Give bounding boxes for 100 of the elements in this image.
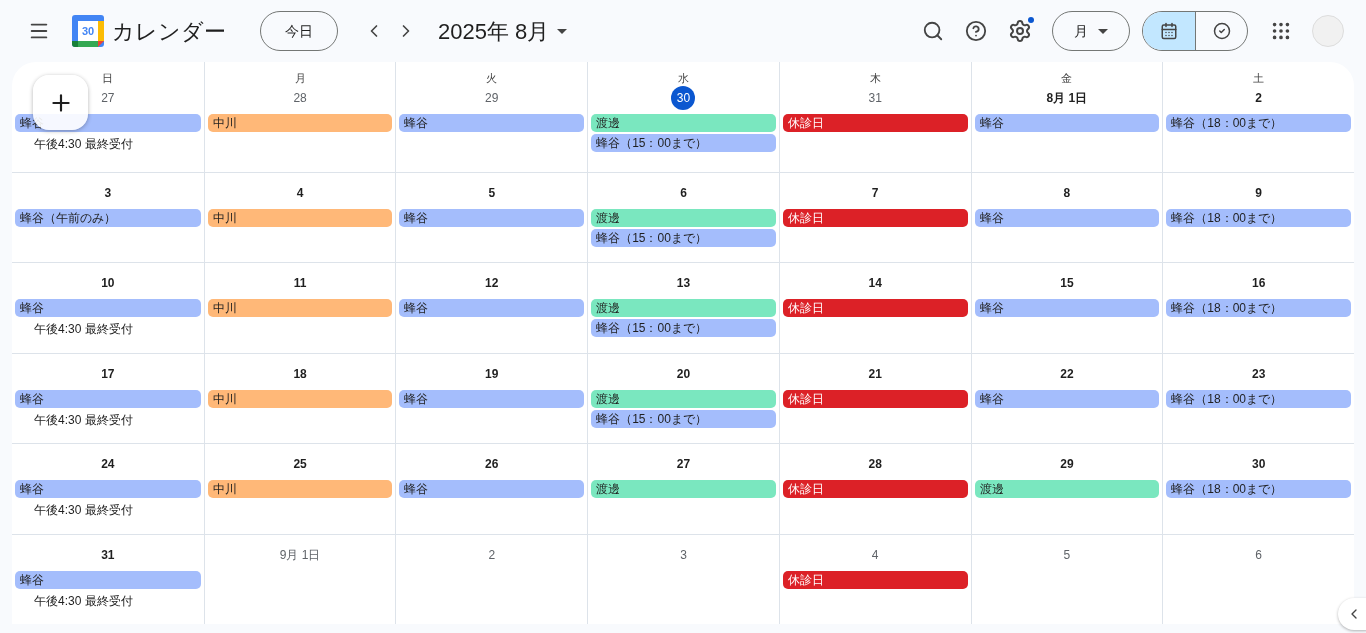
date-number[interactable]: 30 (1251, 452, 1266, 477)
event-chip[interactable]: 渡邊 (591, 299, 776, 318)
event-chip[interactable]: 蜂谷（18：00まで） (1166, 299, 1351, 318)
event-chip[interactable]: 蜂谷 (399, 299, 585, 318)
event-chip[interactable]: 蜂谷 (15, 299, 201, 318)
event-text[interactable]: 午後4:30 最終受付 (34, 500, 204, 521)
date-number[interactable]: 28 (868, 452, 882, 477)
event-chip[interactable]: 蜂谷 (399, 389, 585, 408)
date-number[interactable]: 16 (1251, 271, 1266, 296)
date-number[interactable]: 18 (293, 361, 307, 386)
caret-icon (557, 28, 568, 34)
date-number[interactable]: 31 (101, 542, 115, 567)
event-text[interactable]: 午後4:30 最終受付 (34, 590, 204, 611)
date-number[interactable]: 8 (1063, 181, 1071, 205)
event-chip[interactable]: 休診日 (782, 299, 968, 318)
event-chip[interactable]: 中川 (207, 389, 393, 408)
event-chip[interactable]: 中川 (207, 299, 393, 318)
date-number[interactable]: 28 (293, 86, 307, 110)
event-chip[interactable]: 蜂谷（15：00まで） (591, 229, 776, 247)
date-number[interactable]: 22 (1060, 361, 1074, 386)
date-number[interactable]: 15 (1060, 271, 1074, 296)
weekday-label: 日 (102, 71, 114, 86)
date-number[interactable]: 27 (676, 452, 691, 477)
logo-day-number: 30 (80, 23, 96, 39)
date-number[interactable]: 24 (101, 452, 115, 477)
date-number[interactable]: 3 (104, 181, 112, 205)
date-number[interactable]: 19 (485, 361, 499, 386)
event-chip[interactable]: 渡邊 (591, 480, 776, 499)
event-chip[interactable]: 蜂谷（15：00まで） (591, 319, 776, 338)
event-text[interactable]: 午後4:30 最終受付 (34, 319, 204, 340)
date-number[interactable]: 23 (1251, 361, 1266, 386)
event-chip[interactable]: 中川 (207, 209, 393, 227)
date-number[interactable]: 29 (1060, 452, 1074, 477)
event-chip[interactable]: 蜂谷 (15, 570, 201, 589)
event-text[interactable]: 午後4:30 最終受付 (34, 134, 204, 154)
date-number[interactable]: 29 (485, 86, 499, 110)
calendar-logo-icon (72, 15, 104, 47)
date-number[interactable]: 17 (101, 361, 115, 386)
event-chip[interactable]: 蜂谷（18：00まで） (1166, 480, 1351, 499)
date-number[interactable]: 2 (488, 542, 496, 567)
event-chip[interactable]: 蜂谷（18：00まで） (1166, 209, 1351, 227)
event-chip[interactable]: 蜂谷（18：00まで） (1166, 114, 1351, 132)
event-chip[interactable]: 休診日 (782, 389, 968, 408)
event-chip[interactable]: 休診日 (782, 570, 968, 589)
date-number[interactable]: 25 (293, 452, 307, 477)
date-number[interactable]: 21 (868, 361, 882, 386)
event-chip[interactable]: 渡邊 (974, 480, 1160, 499)
app-title: カレンダー (112, 17, 226, 46)
event-chip[interactable]: 蜂谷 (399, 114, 585, 132)
search-icon[interactable] (922, 20, 944, 42)
date-number[interactable]: 14 (868, 271, 882, 296)
event-chip[interactable]: 休診日 (782, 209, 968, 227)
date-number[interactable]: 9 (1255, 181, 1262, 205)
event-chip[interactable]: 蜂谷（18：00まで） (1166, 389, 1351, 408)
date-number[interactable]: 4 (871, 542, 879, 567)
event-chip[interactable]: 蜂谷 (15, 480, 201, 499)
apps-grid-icon[interactable] (1270, 20, 1292, 42)
date-number[interactable]: 20 (676, 361, 691, 386)
date-number[interactable]: 9月 1日 (279, 542, 321, 567)
settings-icon[interactable] (1008, 19, 1032, 43)
event-chip[interactable]: 蜂谷（午前のみ） (15, 209, 201, 227)
date-number[interactable]: 10 (101, 271, 115, 296)
event-text[interactable]: 午後4:30 最終受付 (34, 409, 204, 430)
date-number[interactable]: 27 (101, 86, 115, 110)
event-chip[interactable]: 蜂谷 (974, 209, 1160, 227)
date-number[interactable]: 31 (868, 86, 882, 110)
date-number[interactable]: 8月 1日 (1046, 86, 1088, 110)
event-chip[interactable]: 蜂谷 (399, 480, 585, 499)
calendar-view-button[interactable] (1143, 12, 1195, 50)
event-chip[interactable]: 蜂谷 (15, 389, 201, 408)
date-number[interactable]: 5 (1063, 542, 1071, 567)
date-number[interactable]: 6 (1255, 542, 1262, 567)
date-number[interactable]: 3 (680, 542, 687, 567)
event-chip[interactable]: 休診日 (782, 114, 968, 132)
create-button[interactable] (33, 75, 88, 130)
event-chip[interactable]: 渡邊 (591, 209, 776, 227)
date-number[interactable]: 12 (485, 271, 499, 296)
event-chip[interactable]: 渡邊 (591, 114, 776, 132)
date-number[interactable]: 26 (485, 452, 499, 477)
event-chip[interactable]: 渡邊 (591, 389, 776, 408)
date-number[interactable]: 11 (293, 271, 307, 296)
date-number[interactable]: 30 (671, 86, 696, 110)
date-number[interactable]: 7 (871, 181, 879, 205)
event-chip[interactable]: 中川 (207, 480, 393, 499)
event-chip[interactable]: 蜂谷（15：00まで） (591, 134, 776, 152)
event-chip[interactable]: 蜂谷（15：00まで） (591, 409, 776, 428)
date-number[interactable]: 13 (676, 271, 691, 296)
period-selector[interactable]: 2025年 8月 (438, 14, 568, 48)
event-chip[interactable]: 蜂谷 (974, 114, 1160, 132)
date-number[interactable]: 5 (488, 181, 496, 205)
date-number[interactable]: 2 (1255, 86, 1262, 110)
date-number[interactable]: 4 (296, 181, 304, 205)
date-number[interactable]: 6 (680, 181, 687, 205)
weekday-label: 月 (294, 71, 306, 86)
event-chip[interactable]: 蜂谷 (974, 389, 1160, 408)
event-chip[interactable]: 休診日 (782, 480, 968, 499)
event-chip[interactable]: 蜂谷 (974, 299, 1160, 318)
event-chip[interactable]: 蜂谷 (399, 209, 585, 227)
event-chip[interactable]: 中川 (207, 114, 393, 132)
help-icon[interactable] (965, 20, 987, 42)
